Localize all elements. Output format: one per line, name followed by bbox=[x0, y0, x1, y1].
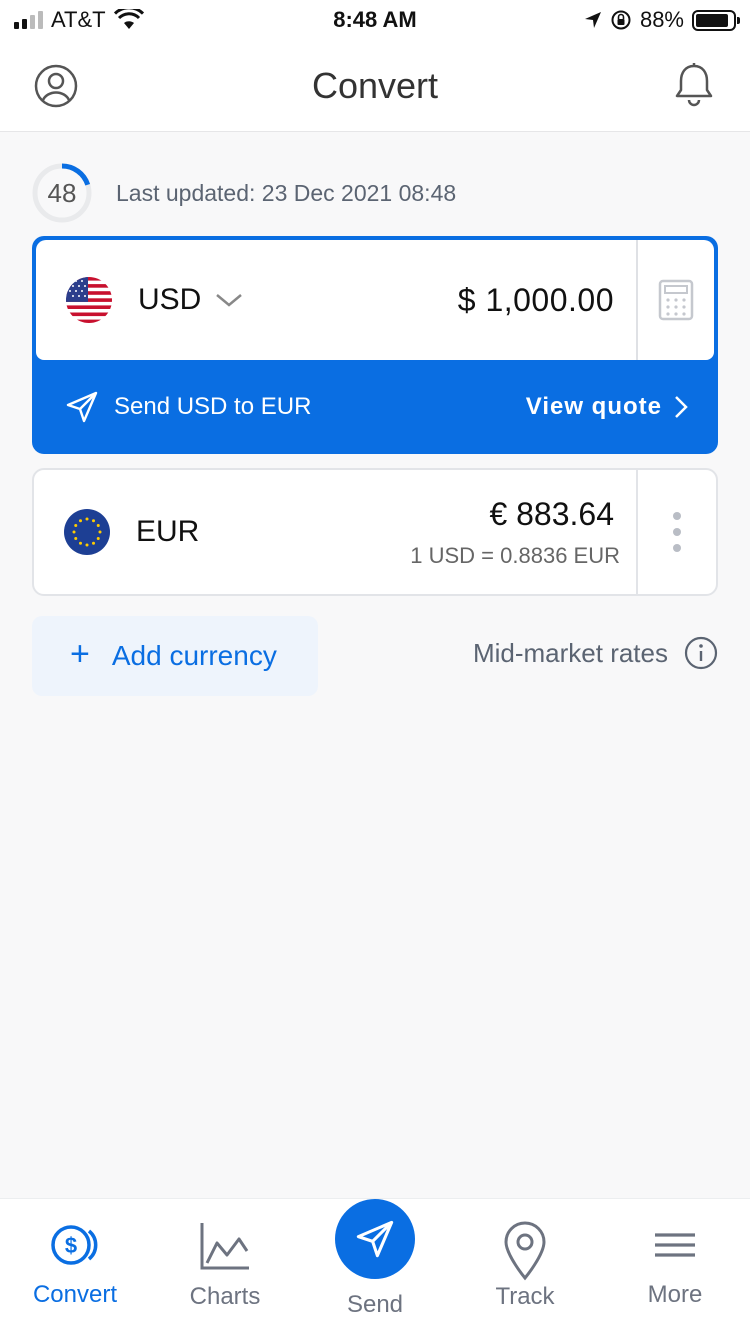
location-pin-icon bbox=[504, 1221, 546, 1281]
tab-convert-label: Convert bbox=[32, 1281, 118, 1308]
add-currency-button[interactable]: + Add currency bbox=[32, 616, 318, 696]
carrier-label: AT&T bbox=[51, 7, 106, 32]
location-arrow-icon bbox=[584, 12, 601, 28]
source-amount[interactable]: $ 1,000.00 bbox=[458, 282, 614, 319]
exchange-rate: 1 USD = 0.8836 EUR bbox=[410, 542, 620, 568]
tab-more-label: More bbox=[647, 1281, 703, 1308]
chart-line-icon bbox=[200, 1223, 249, 1270]
info-icon[interactable] bbox=[684, 636, 718, 670]
target-currency-code[interactable]: EUR bbox=[136, 515, 199, 549]
us-flag-icon bbox=[66, 277, 112, 323]
hamburger-menu-icon bbox=[655, 1233, 695, 1257]
app-header: Convert bbox=[0, 40, 750, 132]
send-label: Send USD to EUR bbox=[114, 393, 312, 420]
view-quote-label: View quote bbox=[525, 393, 662, 420]
orientation-lock-icon bbox=[611, 10, 631, 30]
send-quote-bar[interactable]: Send USD to EUR View quote bbox=[32, 360, 718, 454]
last-updated-label: Last updated: 23 Dec 2021 08:48 bbox=[116, 179, 457, 206]
mid-market-info[interactable]: Mid-market rates bbox=[473, 636, 718, 670]
target-currency-card[interactable]: EUR € 883.64 1 USD = 0.8836 EUR bbox=[32, 468, 718, 596]
mid-market-label: Mid-market rates bbox=[472, 637, 668, 668]
svg-text:$: $ bbox=[65, 1233, 77, 1258]
calculator-icon bbox=[658, 279, 694, 321]
tab-send-label: Send bbox=[346, 1291, 404, 1318]
view-quote-button[interactable]: View quote bbox=[526, 393, 688, 421]
add-currency-label: Add currency bbox=[111, 640, 277, 671]
bell-icon[interactable] bbox=[672, 62, 716, 108]
signal-icon bbox=[14, 11, 43, 29]
source-currency-code[interactable]: USD bbox=[138, 283, 201, 317]
paper-plane-icon bbox=[356, 1220, 394, 1258]
chevron-down-icon[interactable] bbox=[215, 292, 243, 308]
dollar-coin-icon: $ bbox=[51, 1225, 98, 1265]
battery-icon bbox=[692, 9, 740, 31]
tab-more[interactable]: More bbox=[600, 1199, 750, 1334]
refresh-countdown: 48 bbox=[32, 163, 92, 223]
last-updated-row: 48 Last updated: 23 Dec 2021 08:48 bbox=[32, 163, 456, 223]
status-bar: AT&T 8:48 AM 88% bbox=[0, 0, 750, 40]
wifi-icon bbox=[113, 9, 144, 29]
page-title: Convert bbox=[311, 64, 439, 106]
tab-charts-label: Charts bbox=[189, 1283, 261, 1310]
calculator-button[interactable] bbox=[636, 240, 714, 360]
target-amount[interactable]: € 883.64 bbox=[410, 496, 614, 533]
countdown-value: 48 bbox=[47, 177, 77, 208]
source-amount-row[interactable]: USD $ 1,000.00 bbox=[36, 240, 714, 360]
eu-flag-icon bbox=[64, 509, 110, 555]
source-currency-card: USD $ 1,000.00 Send USD to EUR View quot… bbox=[32, 236, 718, 454]
battery-percent: 88% bbox=[639, 7, 684, 32]
tab-track-label: Track bbox=[495, 1283, 555, 1310]
plus-icon: + bbox=[70, 634, 90, 673]
tab-convert[interactable]: $ Convert bbox=[0, 1199, 150, 1334]
send-button[interactable] bbox=[335, 1199, 415, 1279]
profile-icon[interactable] bbox=[34, 64, 78, 108]
more-options-icon[interactable] bbox=[636, 470, 716, 594]
tab-track[interactable]: Track bbox=[450, 1199, 600, 1334]
tab-send[interactable]: Send bbox=[300, 1199, 450, 1334]
bottom-tab-bar: $ Convert Charts Send Track More bbox=[0, 1198, 750, 1334]
paper-plane-icon bbox=[66, 391, 98, 423]
chevron-right-icon bbox=[675, 396, 688, 418]
tab-charts[interactable]: Charts bbox=[150, 1199, 300, 1334]
